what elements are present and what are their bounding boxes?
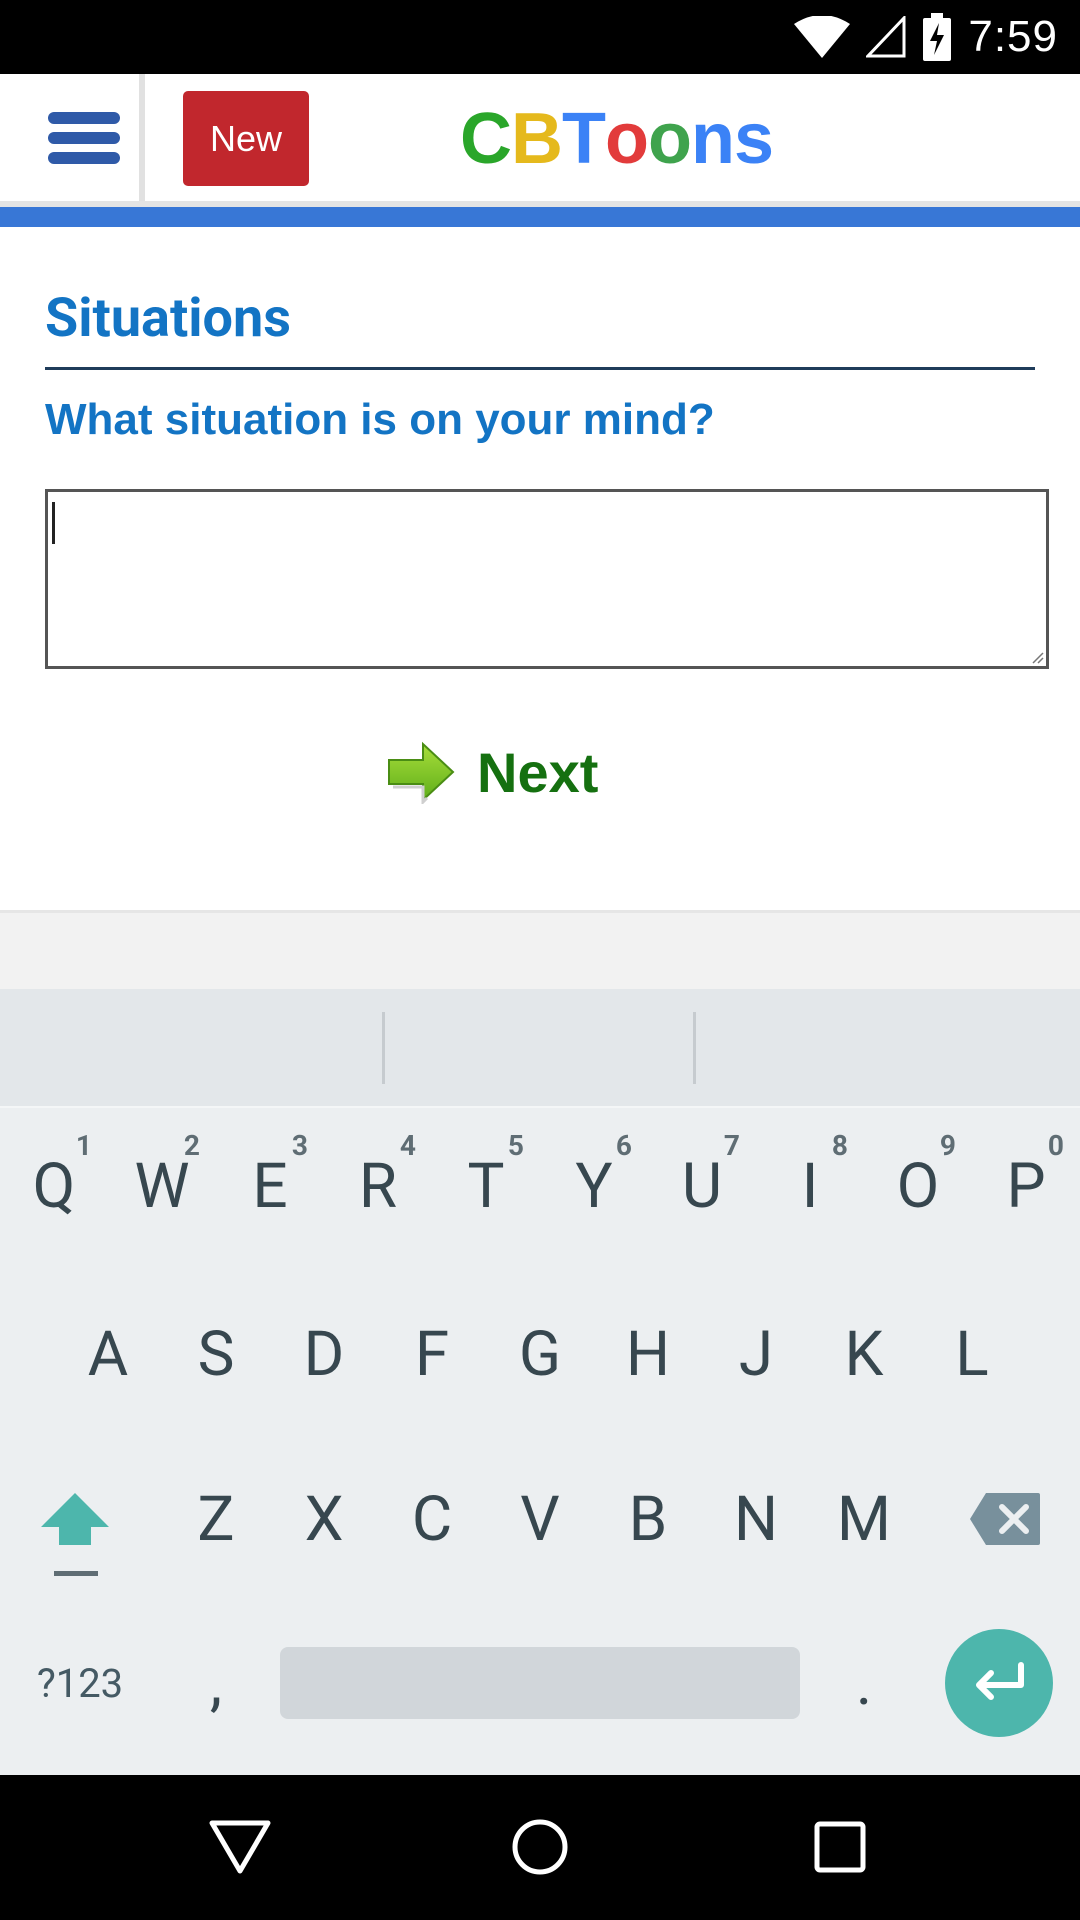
key-i[interactable]: I8: [756, 1111, 864, 1261]
recents-square-icon[interactable]: [790, 1797, 890, 1897]
key-p[interactable]: P0: [972, 1111, 1080, 1261]
space-bar[interactable]: [280, 1647, 800, 1719]
app-header: New C B T o o n s: [0, 74, 1080, 207]
period-key[interactable]: .: [810, 1608, 918, 1758]
key-t[interactable]: T5: [432, 1111, 540, 1261]
cbtoons-logo[interactable]: C B T o o n s: [460, 94, 774, 184]
green-right-arrow-icon: [388, 741, 455, 804]
key-h[interactable]: H: [594, 1279, 702, 1429]
key-g[interactable]: G: [486, 1279, 594, 1429]
key-w[interactable]: W2: [108, 1111, 216, 1261]
comma-key[interactable]: ,: [162, 1608, 270, 1758]
new-button[interactable]: New: [183, 91, 309, 186]
key-c[interactable]: C: [378, 1444, 486, 1594]
status-time: 7:59: [968, 12, 1058, 61]
key-s[interactable]: S: [162, 1279, 270, 1429]
situations-card: Situations What situation is on your min…: [0, 227, 1080, 913]
question-label: What situation is on your mind?: [45, 395, 715, 444]
suggestion-strip[interactable]: [0, 989, 1080, 1108]
symbols-key[interactable]: ?123: [20, 1608, 140, 1758]
situation-input[interactable]: [45, 489, 1049, 669]
key-r[interactable]: R4: [324, 1111, 432, 1261]
page-title: Situations: [45, 287, 292, 350]
key-n[interactable]: N: [702, 1444, 810, 1594]
key-j[interactable]: J: [702, 1279, 810, 1429]
key-v[interactable]: V: [486, 1444, 594, 1594]
back-triangle-icon[interactable]: [190, 1797, 290, 1897]
key-y[interactable]: Y6: [540, 1111, 648, 1261]
title-divider: [45, 367, 1035, 370]
key-z[interactable]: Z: [162, 1444, 270, 1594]
enter-icon[interactable]: [945, 1629, 1053, 1737]
resize-grip-icon[interactable]: [1030, 650, 1044, 664]
wifi-icon: [794, 16, 851, 58]
cell-signal-icon: [866, 16, 906, 58]
navigation-bar: [0, 1775, 1080, 1920]
key-x[interactable]: X: [270, 1444, 378, 1594]
next-button[interactable]: Next: [385, 732, 598, 812]
key-l[interactable]: L: [918, 1279, 1026, 1429]
key-u[interactable]: U7: [648, 1111, 756, 1261]
key-e[interactable]: E3: [216, 1111, 324, 1261]
key-k[interactable]: K: [810, 1279, 918, 1429]
key-d[interactable]: D: [270, 1279, 378, 1429]
hamburger-menu-icon[interactable]: [0, 74, 145, 201]
soft-keyboard: Q1 W2 E3 R4 T5 Y6 U7 I8 O9 P0 A S D F G …: [0, 989, 1080, 1775]
key-q[interactable]: Q1: [0, 1111, 108, 1261]
header-accent-strip: [0, 207, 1080, 227]
key-a[interactable]: A: [54, 1279, 162, 1429]
battery-charging-icon: [923, 13, 952, 61]
key-o[interactable]: O9: [864, 1111, 972, 1261]
next-label: Next: [477, 740, 599, 804]
key-m[interactable]: M: [810, 1444, 918, 1594]
status-bar: 7:59: [0, 0, 1080, 74]
shift-lock-indicator: [54, 1571, 98, 1576]
home-circle-icon[interactable]: [490, 1797, 590, 1897]
backspace-icon[interactable]: [950, 1444, 1060, 1594]
key-f[interactable]: F: [378, 1279, 486, 1429]
key-b[interactable]: B: [594, 1444, 702, 1594]
text-caret: [52, 502, 55, 544]
